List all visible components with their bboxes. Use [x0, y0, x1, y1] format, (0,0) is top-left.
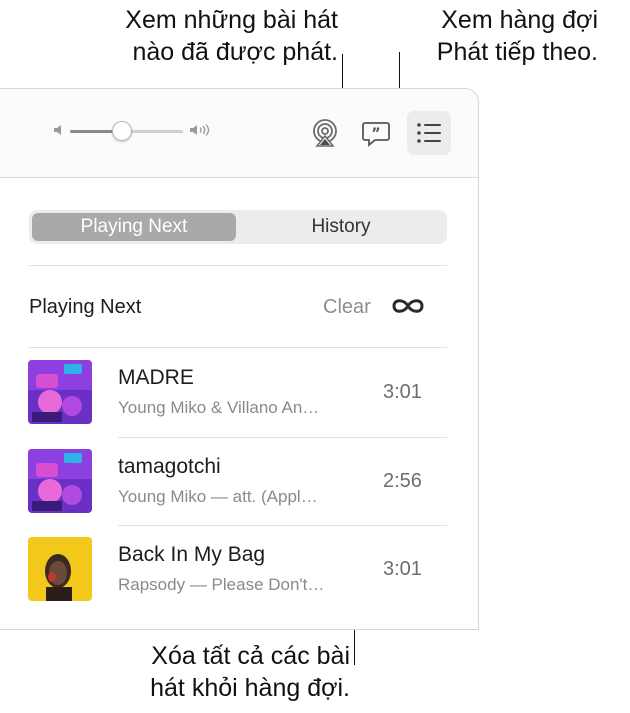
infinity-icon	[392, 299, 424, 313]
song-subtitle: Rapsody — Please Don't…	[118, 575, 325, 594]
song-subtitle: Young Miko — att. (Appl…	[118, 487, 318, 506]
speaker-high-icon	[188, 123, 212, 140]
up-next-panel: ” Playing Next History Playing Next Clea…	[0, 88, 479, 630]
song-duration: 3:01	[383, 558, 422, 580]
album-art	[28, 537, 92, 601]
svg-text:”: ”	[371, 126, 380, 142]
song-title: MADRE	[118, 366, 194, 389]
tab-playing-next[interactable]: Playing Next	[32, 213, 236, 241]
tab-history[interactable]: History	[238, 213, 444, 241]
song-duration: 2:56	[383, 470, 422, 492]
song-duration: 3:01	[383, 381, 422, 403]
album-art	[28, 360, 92, 424]
callout-queue-line1: Xem hàng đợi	[441, 6, 598, 34]
queue-button[interactable]	[407, 111, 451, 155]
airplay-button[interactable]	[303, 111, 347, 155]
callout-queue-line2: Phát tiếp theo.	[436, 38, 598, 66]
list-item[interactable]: MADRE Young Miko & Villano An… 3:01	[0, 348, 478, 436]
queue-history-segmented-control: Playing Next History	[29, 210, 447, 244]
volume-slider-thumb[interactable]	[111, 121, 132, 141]
toolbar: ”	[0, 89, 478, 178]
divider-top	[29, 265, 447, 266]
song-title: tamagotchi	[118, 455, 221, 478]
callout-history: Xem những bài hát nào đã được phát.	[80, 4, 338, 68]
lyrics-button[interactable]: ”	[354, 111, 398, 155]
autoplay-button[interactable]	[390, 295, 426, 322]
list-item[interactable]: Back In My Bag Rapsody — Please Don't… 3…	[0, 525, 478, 613]
callout-queue: Xem hàng đợi Phát tiếp theo.	[392, 4, 598, 68]
callout-history-line1: Xem những bài hát	[125, 6, 338, 34]
callout-clear-line2: hát khỏi hàng đợi.	[150, 674, 350, 702]
volume-slider[interactable]	[70, 121, 183, 141]
clear-button[interactable]: Clear	[323, 296, 371, 319]
callout-history-line2: nào đã được phát.	[132, 38, 339, 66]
album-art	[28, 449, 92, 513]
song-subtitle: Young Miko & Villano An…	[118, 398, 320, 417]
list-icon	[417, 123, 441, 143]
section-title-playing-next: Playing Next	[29, 296, 142, 318]
list-item[interactable]: tamagotchi Young Miko — att. (Appl… 2:56	[0, 437, 478, 525]
callout-clear-line1: Xóa tất cả các bài	[151, 642, 350, 670]
callout-clear: Xóa tất cả các bài hát khỏi hàng đợi.	[100, 640, 350, 704]
speaker-low-icon	[52, 123, 66, 140]
song-title: Back In My Bag	[118, 543, 266, 566]
lyrics-quote-icon: ”	[362, 122, 390, 147]
airplay-icon	[313, 119, 337, 147]
